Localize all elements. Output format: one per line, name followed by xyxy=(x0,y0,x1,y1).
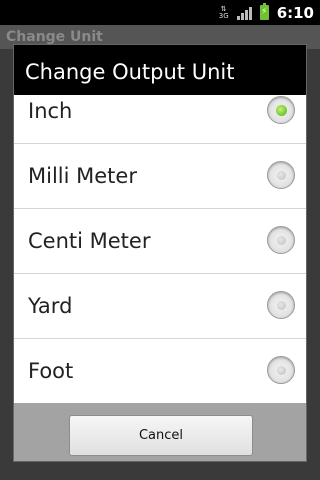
option-label: Centi Meter xyxy=(28,229,151,253)
radio-unchecked-icon[interactable] xyxy=(267,291,295,319)
radio-checked-icon[interactable] xyxy=(267,96,295,124)
change-output-unit-dialog: Change Output Unit Inch Milli Meter Cent… xyxy=(13,44,307,462)
option-label: Foot xyxy=(28,359,74,383)
option-foot[interactable]: Foot xyxy=(14,339,306,403)
battery-charging-icon: ⚡ xyxy=(259,3,269,20)
dialog-title: Change Output Unit xyxy=(14,45,306,95)
signal-strength-icon xyxy=(236,6,253,20)
option-label: Yard xyxy=(28,294,73,318)
option-milli-meter[interactable]: Milli Meter xyxy=(14,144,306,209)
radio-unchecked-icon[interactable] xyxy=(267,356,295,384)
option-yard[interactable]: Yard xyxy=(14,274,306,339)
cancel-button[interactable]: Cancel xyxy=(69,415,253,456)
unit-options-list: Inch Milli Meter Centi Meter Yard Foot xyxy=(14,95,306,403)
dialog-button-bar: Cancel xyxy=(14,403,306,461)
option-label: Inch xyxy=(28,99,73,123)
option-centi-meter[interactable]: Centi Meter xyxy=(14,209,306,274)
network-3g-icon: ⇅ 3G xyxy=(218,4,229,20)
status-bar: ⇅ 3G ⚡ 6:10 xyxy=(0,0,320,25)
option-inch[interactable]: Inch xyxy=(14,95,306,144)
radio-unchecked-icon[interactable] xyxy=(267,226,295,254)
status-clock: 6:10 xyxy=(276,3,314,22)
option-label: Milli Meter xyxy=(28,164,137,188)
radio-unchecked-icon[interactable] xyxy=(267,161,295,189)
